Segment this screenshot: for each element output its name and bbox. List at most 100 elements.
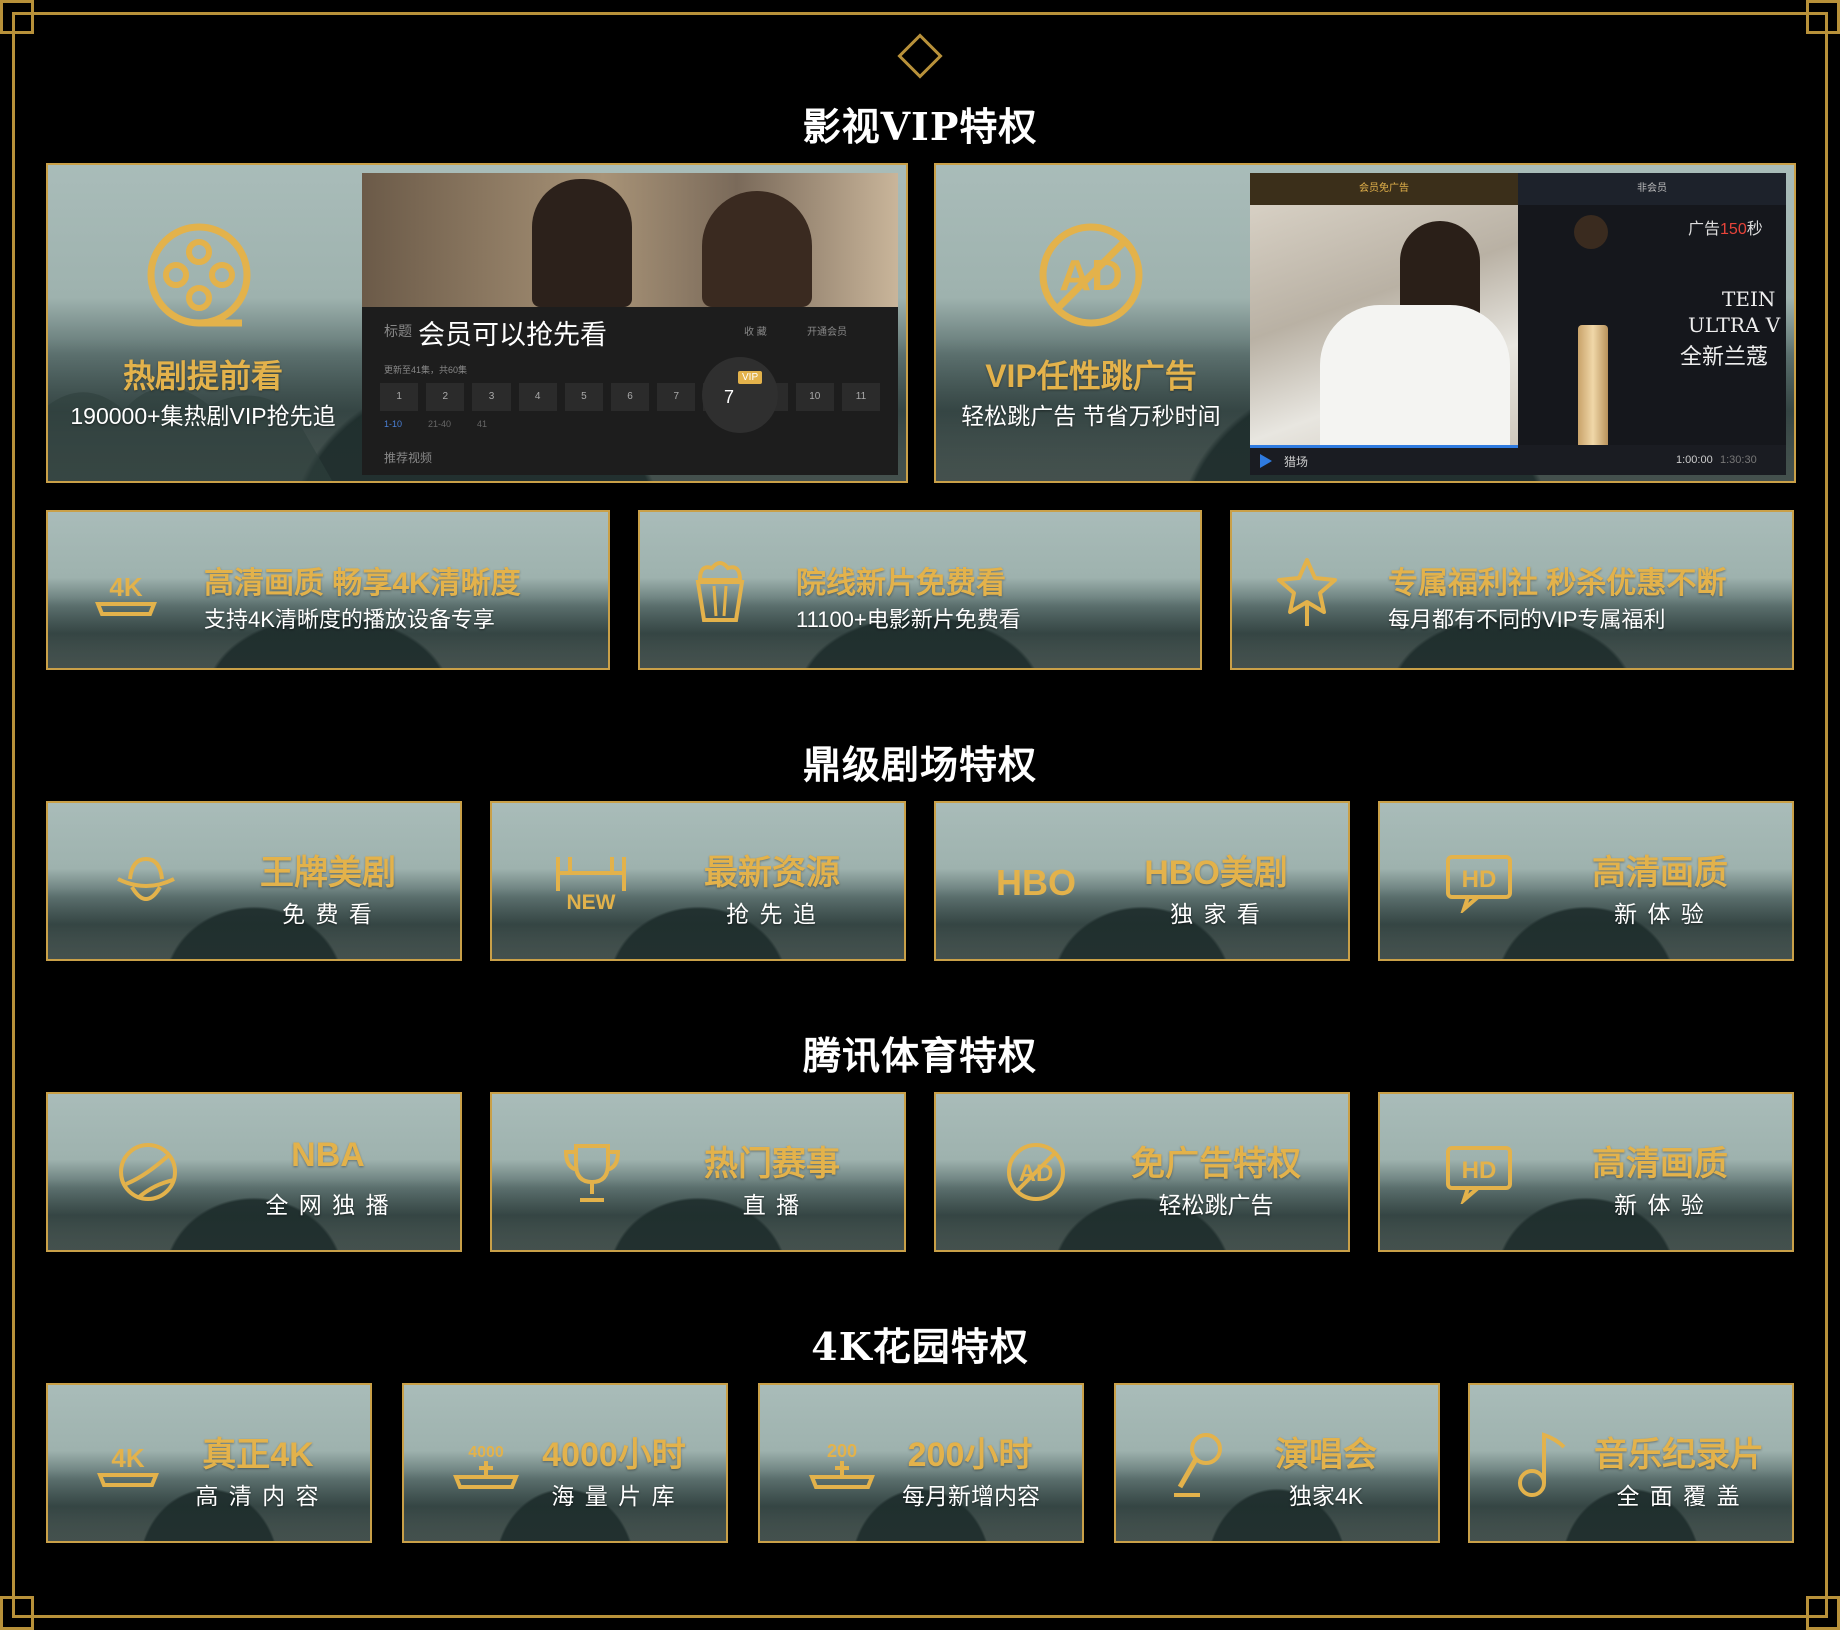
garden-card-200-hours[interactable]: 200 200小时 每月新增内容 [758,1383,1084,1543]
section-title-sports: 腾讯体育特权 [802,1033,1037,1078]
theater-card-hd[interactable]: HD 高清画质 新 体 验 [1378,801,1794,961]
card-subtitle: 海 量 片 库 [551,1483,677,1509]
update-info: 更新至41集，共60集 [384,365,468,375]
episode-button[interactable]: 2 [426,383,465,411]
handwritten-overlay: 会员可以抢先看 [418,320,607,351]
card-subtitle: 独 家 看 [1170,901,1262,927]
popcorn-icon [695,561,745,622]
episode-button[interactable]: 3 [472,383,511,411]
card-subtitle: 免 费 看 [282,901,374,927]
library-add-icon-text: 200 [827,1441,857,1461]
garden-card-true-4k[interactable]: 4K 真正4K 高 清 内 容 [46,1383,372,1543]
new-icon: NEW [556,857,626,911]
sports-card-nba[interactable]: NBA 全 网 独 播 [46,1092,462,1252]
vip-card-skip-ads[interactable]: AD VIP任性跳广告 轻松跳广告 节省万秒时间 会员免广告 非会员 广告150… [934,163,1796,483]
theater-card-us-drama[interactable]: 王牌美剧 免 费 看 [46,801,462,961]
vip-badge: VIP [738,371,763,384]
card-subtitle: 新 体 验 [1614,901,1706,927]
hd-icon-text: HD [1462,1157,1497,1184]
card-title: 王牌美剧 [260,854,396,892]
card-title: 最新资源 [704,854,840,892]
progress-bar[interactable] [1250,445,1518,448]
detail-title-label: 标题 [384,323,412,339]
theater-card-newest[interactable]: NEW 最新资源 抢 先 追 [490,801,906,961]
hd-icon: HD [1446,855,1512,913]
play-icon[interactable] [1260,454,1272,468]
garden-card-concert[interactable]: 演唱会 独家4K [1114,1383,1440,1543]
episode-button[interactable]: 4 [518,383,557,411]
ad-label: 广告 [1688,221,1721,238]
frame-corner-tr [1806,0,1840,34]
range-tab[interactable]: 41 [477,419,487,429]
range-tab[interactable]: 21-40 [428,419,451,429]
episode-button[interactable]: 1 [380,383,419,411]
card-title: NBA [291,1136,365,1174]
garden-card-4000-hours[interactable]: 4000 4000小时 海 量 片 库 [402,1383,728,1543]
library-icon: 4000 [453,1444,519,1489]
sports-card-hot-events[interactable]: 热门赛事 直 播 [490,1092,906,1252]
hd-icon-text: HD [1462,866,1497,893]
sports-card-no-ads[interactable]: AD 免广告特权 轻松跳广告 [934,1092,1350,1252]
collect-button[interactable]: 收 藏 [744,323,767,338]
section-title-vip: 影视VIP特权 [802,104,1038,149]
time-total: 1:30:30 [1720,454,1757,466]
4k-icon-text: 4K [111,1443,144,1473]
library-icon-text: 4000 [468,1444,504,1461]
card-subtitle: 每月都有不同的VIP专属福利 [1388,607,1666,632]
episode-button[interactable]: 10 [795,383,834,411]
episode-button[interactable]: 5 [564,383,603,411]
film-reel-icon [147,223,251,327]
ad-count: 150 [1720,221,1747,238]
ad-countdown: 广告150秒 [1688,215,1763,239]
no-ad-icon: AD [1039,223,1143,327]
hbo-icon: HBO [996,862,1076,903]
trophy-icon [563,1144,621,1202]
card-subtitle: 高 清 内 容 [195,1483,321,1509]
card-title: 高清画质 [1592,1145,1728,1183]
tab-member[interactable]: 会员免广告 [1250,173,1518,205]
card-subtitle: 支持4K清晰度的播放设备专享 [204,607,495,632]
card-subtitle: 全 面 覆 盖 [1616,1483,1742,1509]
section-title-theater: 鼎级剧场特权 [802,742,1037,787]
new-icon-text: NEW [567,891,616,911]
vip-card-4k[interactable]: 4K 高清画质 畅享4K清晰度 支持4K清晰度的播放设备专享 [46,510,610,670]
hbo-icon-text: HBO [996,862,1076,903]
tab-nonmember[interactable]: 非会员 [1518,173,1786,205]
range-tab[interactable]: 1-10 [384,419,402,429]
card-subtitle: 11100+电影新片免费看 [796,607,1021,632]
vip-card-early-access[interactable]: 热剧提前看 190000+集热剧VIP抢先追 标题 会员可以抢先看 收 藏 开通… [46,163,908,483]
vip-card-welfare[interactable]: 专属福利社 秒杀优惠不断 每月都有不同的VIP专属福利 [1230,510,1794,670]
4k-icon-text: 4K [109,572,142,602]
frame-corner-bl [0,1596,34,1630]
4k-icon: 4K [97,1443,159,1487]
card-title: HBO美剧 [1144,854,1288,892]
theater-card-hbo[interactable]: HBO HBO美剧 独 家 看 [934,801,1350,961]
recommend-label: 推荐视频 [384,451,433,465]
frame-corner-br [1806,1596,1840,1630]
card-title: 音乐纪录片 [1594,1436,1764,1474]
card-title: 免广告特权 [1131,1145,1301,1183]
card-subtitle: 独家4K [1288,1483,1364,1509]
card-subtitle: 抢 先 追 [726,901,818,927]
card-title: 200小时 [907,1436,1033,1474]
episode-list: 1 2 3 4 5 6 7 8 9 10 11 [380,383,881,411]
no-ad-icon: AD [1007,1143,1065,1201]
frame-corner-tl [0,0,34,34]
sports-card-hd[interactable]: HD 高清画质 新 体 验 [1378,1092,1794,1252]
open-vip-button[interactable]: 开通会员 [807,323,847,338]
episode-button[interactable]: 6 [610,383,650,411]
cowboy-hat-icon [117,856,175,901]
episode-button[interactable]: 11 [841,383,881,411]
show-name: 猎场 [1284,455,1309,469]
hd-icon: HD [1446,1146,1512,1204]
vip-card-cinema[interactable]: 院线新片免费看 11100+电影新片免费看 [638,510,1202,670]
time-current: 1:00:00 [1676,454,1713,466]
garden-card-music-doc[interactable]: 音乐纪录片 全 面 覆 盖 [1468,1383,1794,1543]
ad-brand-line: TEIN [1722,287,1776,311]
card-title: 高清画质 [1592,854,1728,892]
episode-button[interactable]: 7 [657,383,696,411]
card-subtitle: 直 播 [742,1192,802,1218]
member-video-still [1250,205,1518,445]
card-title: 演唱会 [1275,1436,1377,1474]
music-note-icon [1518,1432,1566,1497]
